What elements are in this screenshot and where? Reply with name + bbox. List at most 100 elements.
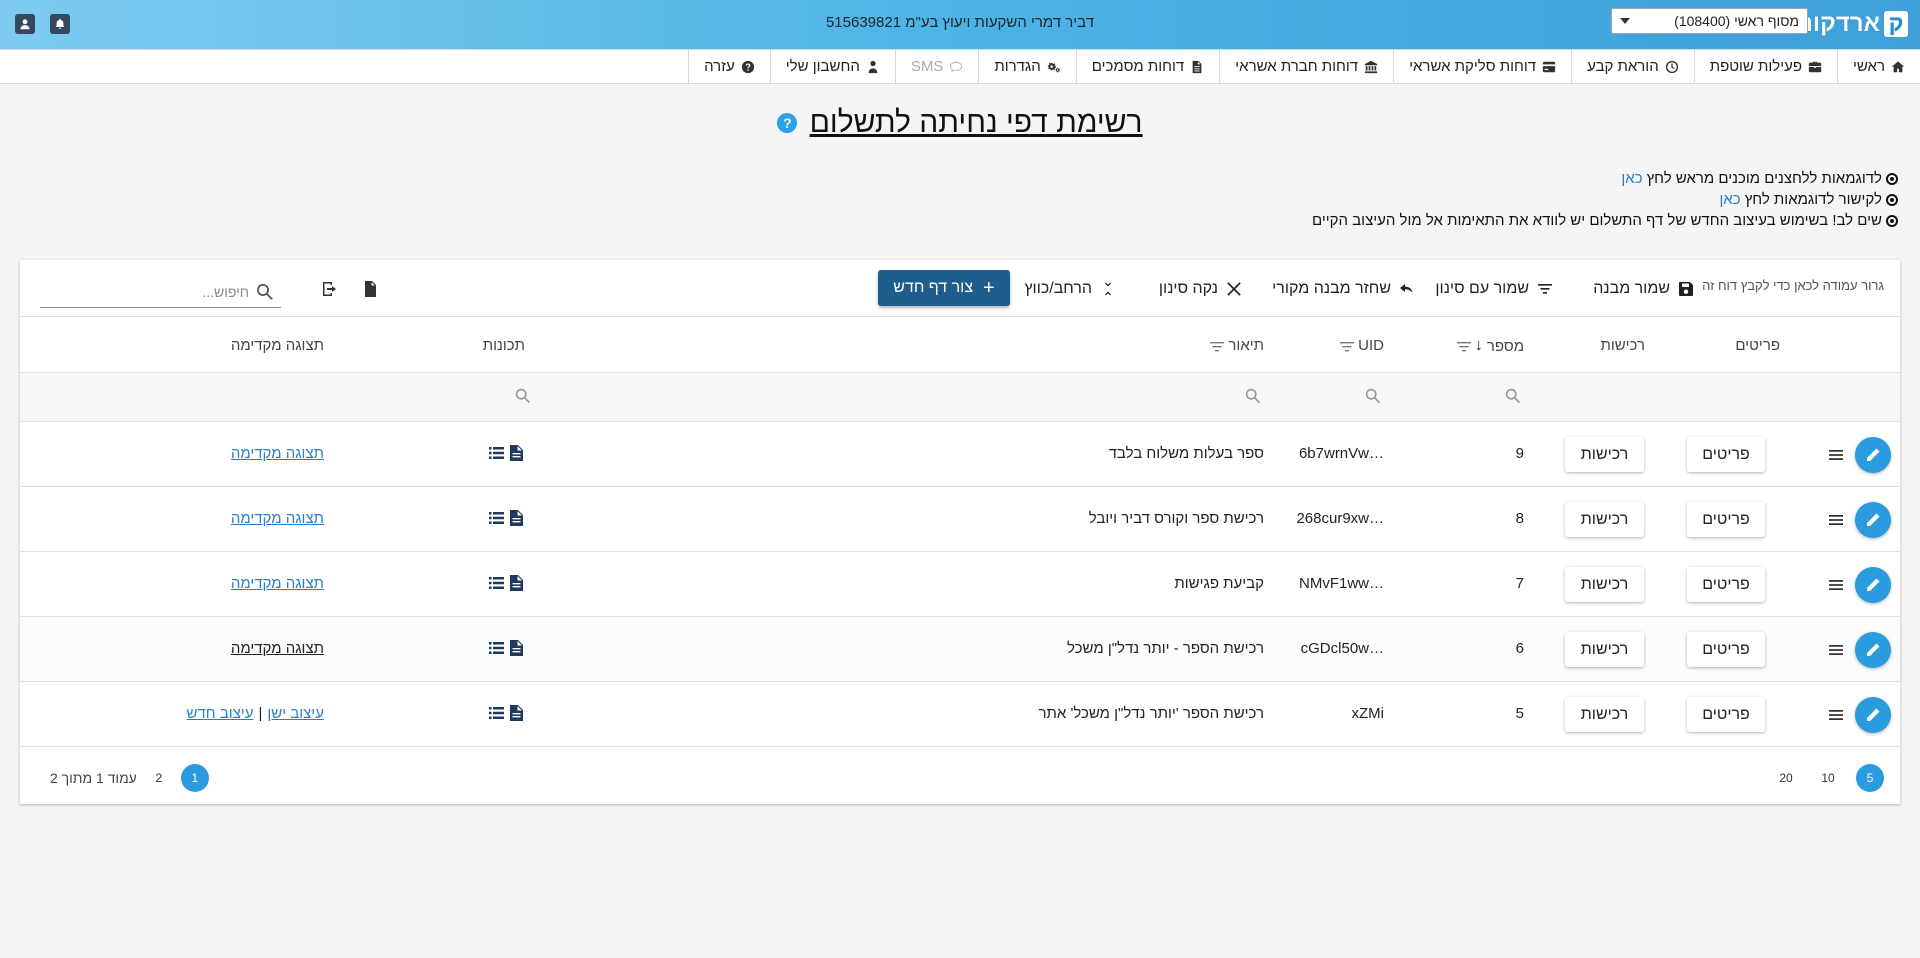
column-header-description[interactable]: תיאור [1210,337,1264,354]
column-header-number[interactable]: מספר ↓ [1456,337,1524,355]
purchases-button[interactable]: רכישות [1565,502,1644,537]
preview-link[interactable]: תצוגה מקדימה [231,575,324,592]
document-icon[interactable] [509,445,524,461]
nav-item-standing-order[interactable]: הוראת קבע [1571,50,1694,83]
document-icon[interactable] [509,575,524,591]
column-header-details[interactable]: פריטים [1735,337,1780,354]
restore-layout-label: שחזר מבנה מקורי [1272,280,1391,297]
document-icon[interactable] [509,705,524,721]
nav-item-document-reports[interactable]: דוחות מסמכים [1075,50,1219,83]
drag-handle-icon[interactable] [1828,708,1844,722]
details-button[interactable]: פריטים [1687,567,1765,602]
briefcase-icon [1808,61,1822,72]
help-circle-icon[interactable]: ? [777,113,798,133]
purchases-button[interactable]: רכישות [1565,567,1644,602]
drag-handle-icon[interactable] [1828,448,1844,462]
group-drop-area[interactable]: גרור עמודה לכאן כדי לקבץ דוח זה [1702,278,1884,293]
clear-filter-label: נקה סינון [1158,280,1218,297]
question-icon [741,60,754,73]
notifications-button[interactable] [50,14,70,34]
nav-item-operations[interactable]: פעילות שוטפת [1693,50,1837,83]
column-header-preview[interactable]: תצוגה מקדימה [231,337,324,354]
filter-uid-search-icon[interactable] [1364,387,1382,405]
search-input[interactable] [65,283,255,300]
bank-icon [1364,60,1378,73]
restore-layout-button[interactable]: שחזר מבנה מקורי [1272,274,1415,304]
drag-handle-icon[interactable] [1828,643,1844,657]
document-icon[interactable] [509,640,524,656]
filter-icon[interactable] [1340,340,1355,352]
column-header-uid[interactable]: UID [1340,337,1384,354]
edit-button[interactable] [1855,632,1891,668]
page-size-option[interactable]: 5 [1856,764,1884,792]
save-with-filter-button[interactable]: שמור עם סינון [1435,274,1553,304]
column-label: מספר [1486,337,1524,355]
filter-number-search-icon[interactable] [1504,387,1522,405]
filter-description-search-icon[interactable] [1244,387,1262,405]
chat-icon [950,61,963,72]
nav-item-credit-clearing-reports[interactable]: דוחות סליקת אשראי [1393,50,1571,83]
column-header-features[interactable]: תכונות [483,337,525,354]
edit-button[interactable] [1855,697,1891,733]
document-icon [1192,60,1202,73]
preview-link[interactable]: תצוגה מקדימה [231,445,324,462]
row-uid: 6b7wrnVw… [1298,445,1384,462]
page-number[interactable]: 2 [145,764,173,792]
drag-handle-icon[interactable] [1828,513,1844,527]
nav-item-settings[interactable]: הגדרות [978,50,1075,83]
old-design-link[interactable]: עיצוב ישן [267,705,324,722]
export-pdf-button[interactable] [320,280,338,298]
table-row: פריטים רכישות 5 xZMi רכישת הספר 'יותר נד… [20,682,1900,747]
search-field[interactable] [40,276,281,308]
note-link[interactable]: כאן [1621,168,1642,189]
clear-filter-button[interactable]: נקה סינון [1159,274,1242,304]
filter-icon[interactable] [1210,340,1225,352]
details-button[interactable]: פריטים [1687,632,1765,667]
note-link[interactable]: כאן [1719,189,1740,210]
notes-list: לדוגמאות ללחצנים מוכנים מראש לחץ כאן לקי… [1312,168,1898,231]
filter-icon[interactable] [1456,340,1471,352]
nav-item-help[interactable]: עזרה [688,50,770,83]
nav-item-home[interactable]: ראשי [1837,50,1920,83]
list-icon[interactable] [489,575,504,591]
nav-item-my-account[interactable]: החשבון שלי [769,50,895,83]
new-design-link[interactable]: עיצוב חדש [187,705,254,722]
pencil-icon [1867,643,1880,656]
column-label: UID [1358,337,1384,354]
user-button[interactable] [15,14,35,34]
filter-features-search-icon[interactable] [514,387,532,405]
drag-handle-icon[interactable] [1828,578,1844,592]
list-icon[interactable] [489,640,504,656]
export-excel-button[interactable] [361,280,379,298]
details-button[interactable]: פריטים [1687,437,1765,472]
purchases-button[interactable]: רכישות [1565,697,1644,732]
row-number: 6 [1515,640,1524,657]
nav-item-credit-company-reports[interactable]: דוחות חברת אשראי [1219,50,1393,83]
document-icon[interactable] [509,510,524,526]
page-title[interactable]: רשימת דפי נחיתה לתשלום [810,106,1143,140]
list-icon[interactable] [489,705,504,721]
page-number[interactable]: 1 [180,764,209,792]
row-uid: NMvF1ww… [1299,575,1384,592]
create-new-page-button[interactable]: + צור דף חדש [878,270,1010,306]
row-uid: xZMi [1351,705,1385,722]
list-icon[interactable] [489,510,504,526]
preview-link[interactable]: תצוגה מקדימה [231,510,324,527]
page-size-option[interactable]: 20 [1772,764,1800,792]
search-icon [257,283,273,300]
details-button[interactable]: פריטים [1687,502,1765,537]
list-icon[interactable] [489,445,504,461]
edit-button[interactable] [1855,502,1891,538]
row-number: 5 [1515,705,1524,722]
preview-link[interactable]: תצוגה מקדימה [231,640,324,657]
edit-button[interactable] [1855,437,1891,473]
save-layout-button[interactable]: שמור מבנה [1593,274,1694,304]
expand-collapse-button[interactable]: הרחב/כווץ [1024,274,1116,304]
page-size-option[interactable]: 10 [1814,764,1842,792]
edit-button[interactable] [1855,567,1891,603]
purchases-button[interactable]: רכישות [1565,632,1644,667]
details-button[interactable]: פריטים [1687,697,1765,732]
nav-item-sms[interactable]: SMS [894,50,979,83]
purchases-button[interactable]: רכישות [1565,437,1644,472]
column-header-purchases[interactable]: רכישות [1600,337,1645,354]
